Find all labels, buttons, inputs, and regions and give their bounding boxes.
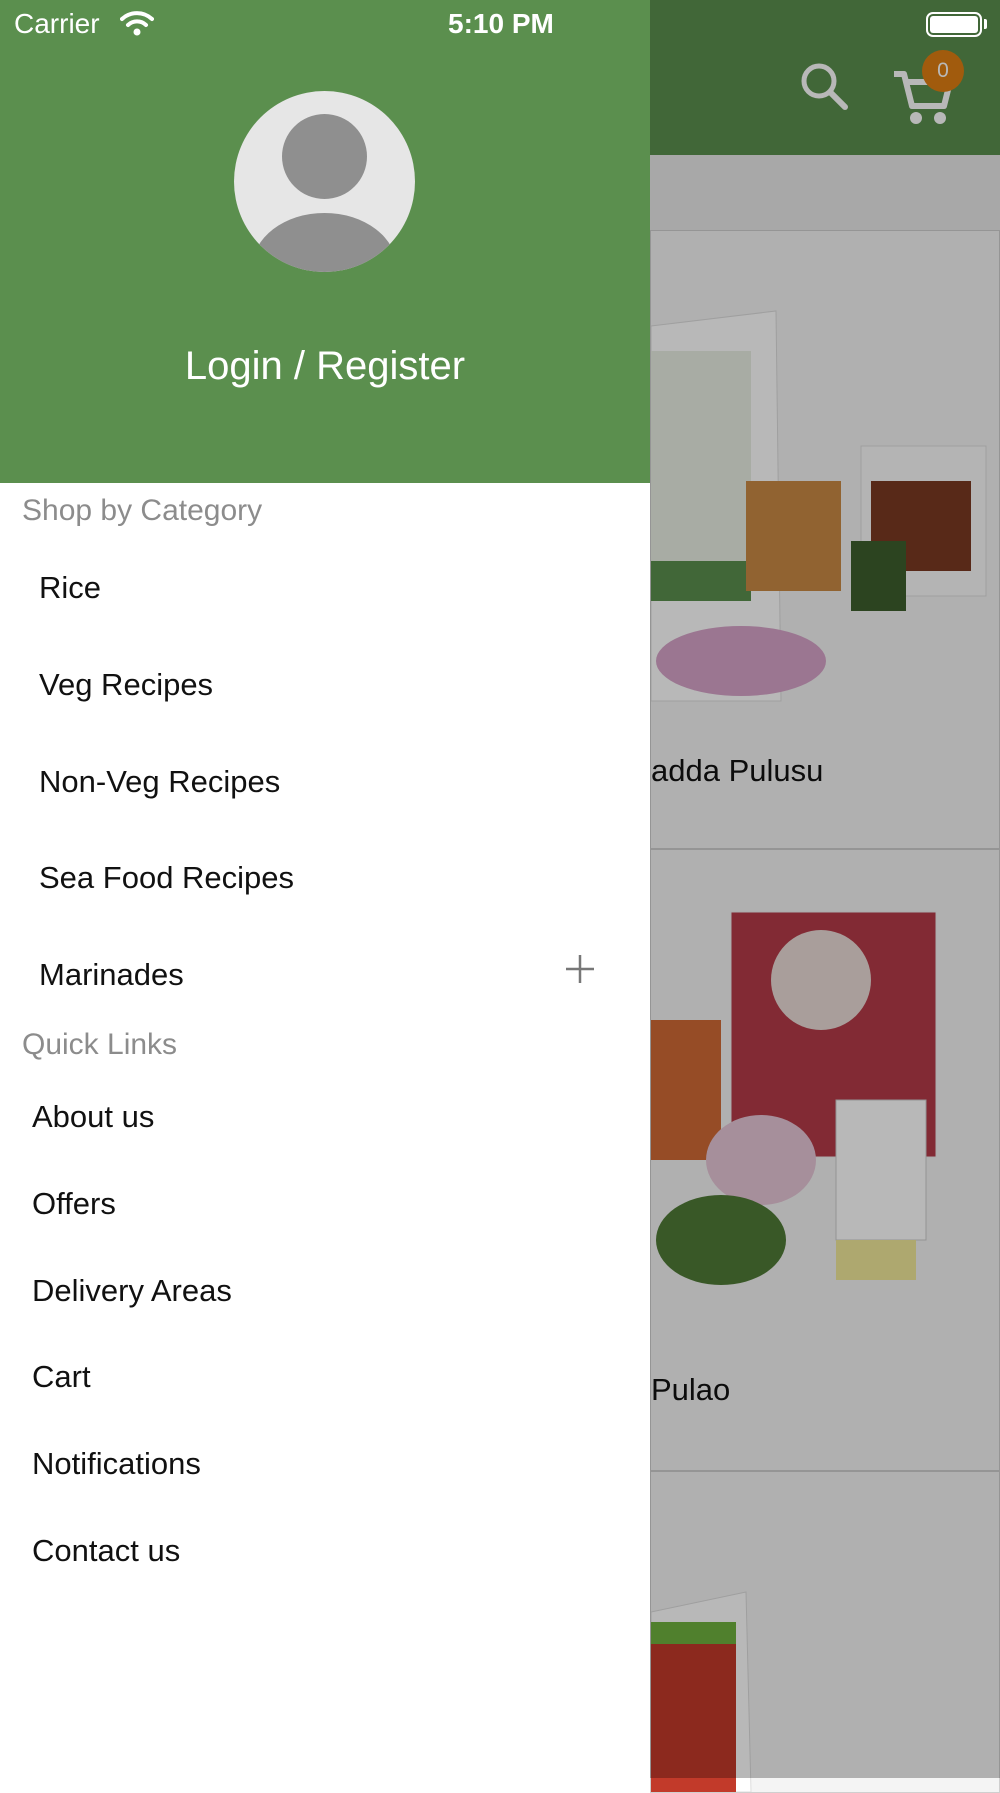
quick-link-notifications[interactable]: Notifications — [32, 1446, 201, 1482]
carrier-label: Carrier — [14, 8, 100, 39]
category-item-rice[interactable]: Rice — [39, 570, 101, 606]
battery-tip — [984, 19, 987, 29]
quick-link-offers[interactable]: Offers — [32, 1186, 116, 1222]
quick-link-cart[interactable]: Cart — [32, 1359, 91, 1395]
avatar-icon[interactable] — [234, 91, 415, 272]
clock: 5:10 PM — [448, 8, 554, 39]
quick-link-about-us[interactable]: About us — [32, 1099, 154, 1135]
battery-icon — [926, 12, 982, 37]
quick-link-delivery-areas[interactable]: Delivery Areas — [32, 1273, 232, 1309]
status-bar: Carrier 5:10 PM — [0, 0, 1000, 50]
side-drawer: Login / Register Shop by Category Rice V… — [0, 0, 650, 1778]
category-item-sea-food-recipes[interactable]: Sea Food Recipes — [39, 860, 294, 896]
drawer-header: Login / Register — [0, 0, 650, 483]
category-item-non-veg-recipes[interactable]: Non-Veg Recipes — [39, 764, 280, 800]
category-item-veg-recipes[interactable]: Veg Recipes — [39, 667, 213, 703]
quick-links-title: Quick Links — [22, 1028, 178, 1061]
quick-link-contact-us[interactable]: Contact us — [32, 1533, 180, 1569]
category-item-marinades[interactable]: Marinades — [39, 957, 184, 993]
shop-by-category-title: Shop by Category — [22, 494, 263, 527]
expand-plus-icon[interactable] — [563, 952, 597, 986]
wifi-icon — [120, 11, 154, 36]
login-register-link[interactable]: Login / Register — [0, 344, 650, 389]
